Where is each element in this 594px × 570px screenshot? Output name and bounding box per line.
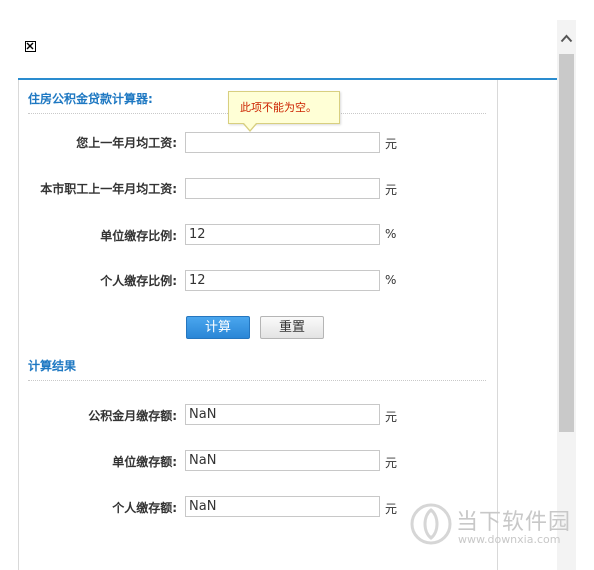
city-avg-salary-unit: 元	[385, 183, 398, 197]
watermark-name: 当下软件园	[456, 510, 572, 535]
tooltip-arrow-fill	[244, 123, 256, 130]
employer-rate-unit: %	[385, 227, 397, 241]
calculator-title: 住房公积金贷款计算器:	[28, 92, 153, 106]
monthly-salary-label: 您上一年月均工资:	[76, 136, 177, 150]
employer-deposit-unit: 元	[385, 456, 398, 470]
watermark-logo-icon	[409, 502, 453, 550]
monthly-salary-input[interactable]	[185, 132, 380, 153]
monthly-deposit-label: 公积金月缴存额:	[88, 409, 177, 423]
personal-deposit-label: 个人缴存额:	[112, 501, 177, 515]
header-divider	[18, 78, 557, 80]
scrollbar-thumb[interactable]	[559, 54, 574, 432]
reset-button[interactable]: 重置	[260, 316, 324, 339]
personal-deposit-output	[185, 496, 380, 517]
monthly-salary-unit: 元	[385, 137, 398, 151]
results-title: 计算结果	[28, 359, 77, 373]
employer-deposit-output	[185, 450, 380, 471]
panel-border-left	[18, 80, 19, 570]
calculate-button[interactable]: 计算	[186, 316, 250, 339]
employer-rate-label: 单位缴存比例:	[100, 229, 177, 243]
personal-rate-unit: %	[385, 273, 397, 287]
watermark-url: www.downxia.com	[458, 533, 561, 546]
monthly-deposit-unit: 元	[385, 410, 398, 424]
city-avg-salary-label: 本市职工上一年月均工资:	[40, 182, 177, 196]
city-avg-salary-input[interactable]	[185, 178, 380, 199]
personal-deposit-unit: 元	[385, 502, 398, 516]
panel-border-right	[497, 80, 498, 570]
personal-rate-input[interactable]	[185, 270, 380, 291]
personal-rate-label: 个人缴存比例:	[100, 274, 177, 288]
employer-deposit-label: 单位缴存额:	[112, 455, 177, 469]
monthly-deposit-output	[185, 404, 380, 425]
results-divider	[28, 380, 486, 381]
close-icon[interactable]	[25, 41, 36, 52]
validation-tooltip: 此项不能为空。	[228, 91, 340, 124]
scroll-up-arrow-icon[interactable]	[557, 28, 576, 50]
employer-rate-input[interactable]	[185, 224, 380, 245]
